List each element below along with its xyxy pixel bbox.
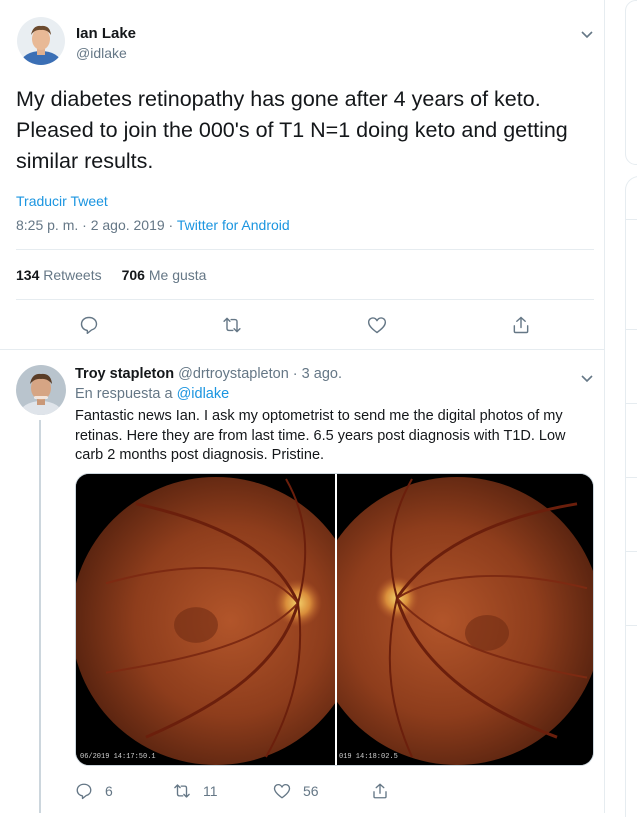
reply-icon[interactable] bbox=[79, 315, 99, 335]
divider bbox=[16, 249, 594, 250]
media-divider bbox=[335, 474, 337, 765]
media-grid[interactable]: 06/2019 14:17:50.1 019 14:18:02.5 bbox=[75, 473, 594, 766]
retweet-icon bbox=[174, 784, 190, 798]
author-avatar[interactable] bbox=[17, 17, 65, 65]
tweet-meta: 8:25 p. m. · 2 ago. 2019 · Twitter for A… bbox=[16, 217, 290, 233]
sidebar-panel bbox=[625, 176, 637, 817]
retweet-action[interactable]: 11 bbox=[173, 781, 218, 801]
tweet-text: My diabetes retinopathy has gone after 4… bbox=[16, 87, 568, 173]
likes-stat[interactable]: 706 Me gusta bbox=[122, 267, 207, 283]
timeline-column: Ian Lake @idlake My diabetes retinopathy… bbox=[0, 0, 605, 813]
reply-author-name[interactable]: Troy stapleton bbox=[75, 366, 174, 382]
like-count: 56 bbox=[303, 783, 319, 799]
divider bbox=[16, 299, 594, 300]
divider bbox=[626, 329, 637, 330]
like-action[interactable]: 56 bbox=[273, 781, 319, 801]
tweet-timestamp[interactable]: 8:25 p. m. · 2 ago. 2019 · bbox=[16, 217, 177, 233]
likes-label: Me gusta bbox=[148, 267, 207, 283]
tweet-source-link[interactable]: Twitter for Android bbox=[177, 217, 290, 233]
reply-author-avatar[interactable] bbox=[16, 365, 66, 415]
retina-photo-right[interactable]: 019 14:18:02.5 bbox=[337, 474, 593, 765]
share-action[interactable] bbox=[371, 781, 389, 801]
divider bbox=[626, 625, 637, 626]
thread-line bbox=[39, 420, 41, 813]
translate-tweet-link[interactable]: Traducir Tweet bbox=[16, 193, 108, 209]
author-handle[interactable]: @idlake bbox=[76, 45, 127, 61]
image-timestamp: 06/2019 14:17:50.1 bbox=[80, 753, 156, 761]
sidebar-panel bbox=[625, 0, 637, 165]
divider bbox=[626, 477, 637, 478]
likes-count: 706 bbox=[121, 267, 145, 283]
author-name[interactable]: Ian Lake bbox=[76, 25, 136, 42]
retweets-stat[interactable]: 134 Retweets bbox=[16, 267, 102, 283]
reply-to-line: En respuesta a @idlake bbox=[75, 386, 229, 402]
reply-text: Fantastic news Ian. I ask my optometrist… bbox=[75, 408, 566, 463]
like-icon[interactable] bbox=[367, 315, 387, 335]
reply-icon bbox=[76, 783, 92, 800]
share-icon[interactable] bbox=[511, 315, 531, 335]
retweet-icon[interactable] bbox=[222, 315, 242, 335]
retweets-label: Retweets bbox=[43, 267, 102, 283]
divider bbox=[0, 349, 604, 350]
reply-count: 6 bbox=[105, 783, 113, 799]
divider bbox=[626, 219, 637, 220]
like-icon bbox=[273, 783, 291, 799]
reply-to-mention[interactable]: @idlake bbox=[177, 386, 230, 402]
divider bbox=[626, 403, 637, 404]
divider bbox=[626, 551, 637, 552]
retina-photo-left[interactable]: 06/2019 14:17:50.1 bbox=[76, 474, 335, 765]
chevron-down-icon[interactable] bbox=[581, 26, 593, 39]
chevron-down-icon[interactable] bbox=[581, 370, 593, 383]
reply-header: Troy stapleton @drtroystapleton · 3 ago. bbox=[75, 366, 342, 382]
reply-action[interactable]: 6 bbox=[75, 781, 113, 801]
reply-author-meta[interactable]: @drtroystapleton · 3 ago. bbox=[178, 366, 342, 382]
retweet-count: 11 bbox=[203, 783, 218, 799]
share-icon bbox=[373, 783, 387, 799]
retweets-count: 134 bbox=[16, 267, 40, 283]
reply-to-prefix: En respuesta a bbox=[75, 386, 177, 402]
image-timestamp: 019 14:18:02.5 bbox=[339, 753, 398, 761]
engagement-stats: 134 Retweets 706 Me gusta bbox=[16, 267, 206, 283]
